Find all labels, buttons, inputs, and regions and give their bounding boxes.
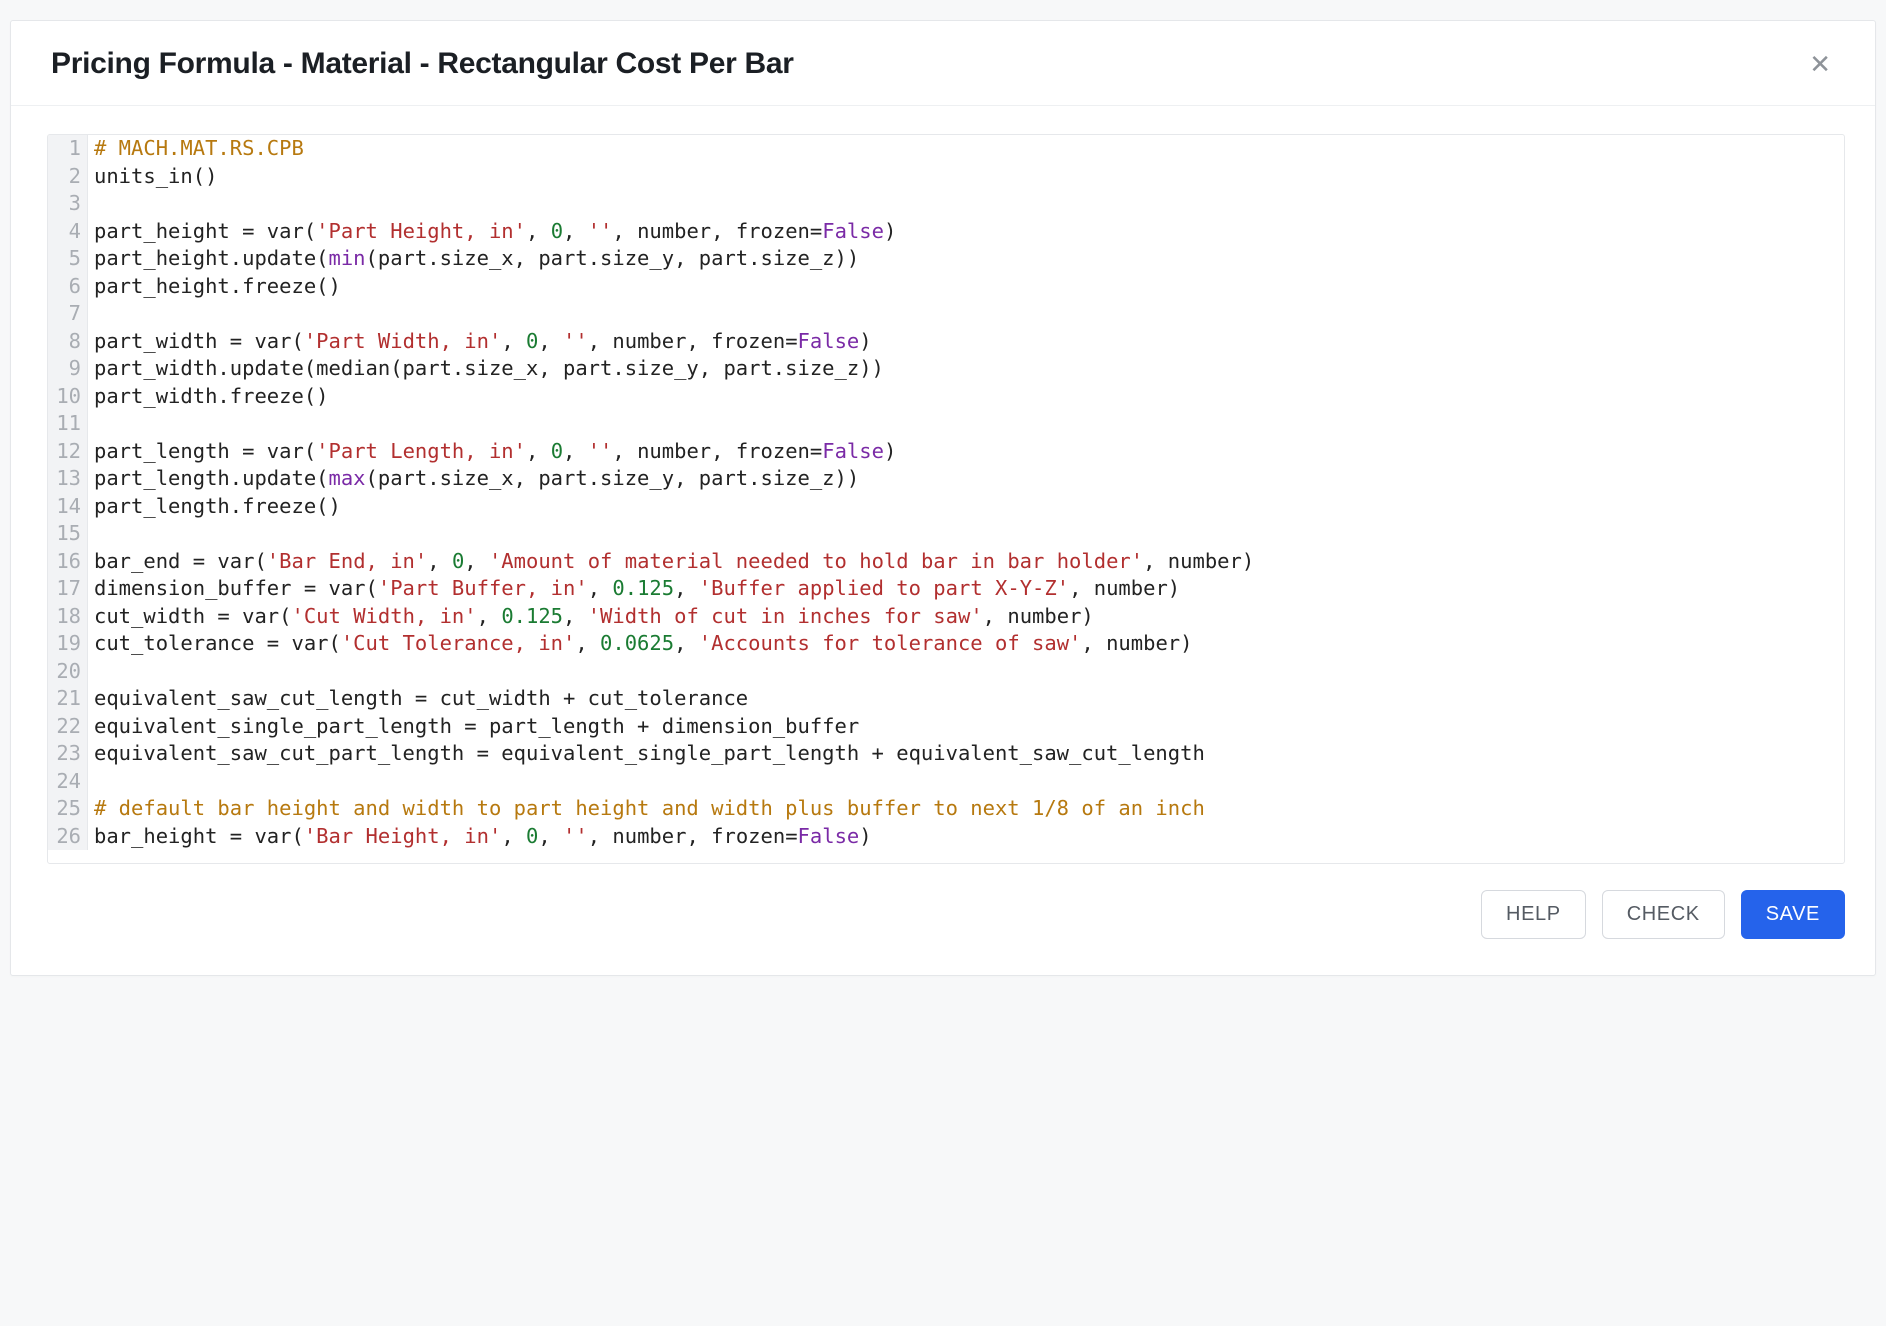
code-line[interactable]: 2units_in() [48, 163, 1844, 191]
modal-body: 1# MACH.MAT.RS.CPB2units_in()3 4part_hei… [11, 106, 1875, 864]
code-line[interactable]: 24 [48, 768, 1844, 796]
code-cell[interactable]: part_height.freeze() [88, 273, 341, 301]
code-line[interactable]: 14part_length.freeze() [48, 493, 1844, 521]
line-number: 15 [48, 520, 88, 548]
code-cell[interactable]: dimension_buffer = var('Part Buffer, in'… [88, 575, 1180, 603]
code-cell[interactable]: equivalent_saw_cut_part_length = equival… [88, 740, 1205, 768]
code-cell[interactable]: bar_end = var('Bar End, in', 0, 'Amount … [88, 548, 1254, 576]
code-line[interactable]: 9part_width.update(median(part.size_x, p… [48, 355, 1844, 383]
code-cell[interactable]: cut_width = var('Cut Width, in', 0.125, … [88, 603, 1094, 631]
code-cell[interactable]: part_height = var('Part Height, in', 0, … [88, 218, 896, 246]
code-line[interactable]: 7 [48, 300, 1844, 328]
modal-header: Pricing Formula - Material - Rectangular… [11, 21, 1875, 106]
line-number: 14 [48, 493, 88, 521]
code-cell[interactable] [88, 190, 106, 218]
line-number: 11 [48, 410, 88, 438]
code-cell[interactable] [88, 658, 106, 686]
code-line[interactable]: 22equivalent_single_part_length = part_l… [48, 713, 1844, 741]
line-number: 12 [48, 438, 88, 466]
code-line[interactable]: 18cut_width = var('Cut Width, in', 0.125… [48, 603, 1844, 631]
code-line[interactable]: 1# MACH.MAT.RS.CPB [48, 135, 1844, 163]
code-line[interactable]: 26bar_height = var('Bar Height, in', 0, … [48, 823, 1844, 851]
line-number: 16 [48, 548, 88, 576]
code-line[interactable]: 11 [48, 410, 1844, 438]
code-line[interactable]: 10part_width.freeze() [48, 383, 1844, 411]
modal-footer: HELP CHECK SAVE [11, 864, 1875, 975]
line-number: 8 [48, 328, 88, 356]
code-cell[interactable]: part_length.freeze() [88, 493, 341, 521]
code-cell[interactable]: part_length = var('Part Length, in', 0, … [88, 438, 896, 466]
line-number: 9 [48, 355, 88, 383]
code-cell[interactable]: equivalent_saw_cut_length = cut_width + … [88, 685, 748, 713]
line-number: 21 [48, 685, 88, 713]
line-number: 10 [48, 383, 88, 411]
code-line[interactable]: 21equivalent_saw_cut_length = cut_width … [48, 685, 1844, 713]
code-line[interactable]: 23equivalent_saw_cut_part_length = equiv… [48, 740, 1844, 768]
line-number: 22 [48, 713, 88, 741]
line-number: 5 [48, 245, 88, 273]
code-cell[interactable] [88, 300, 106, 328]
line-number: 17 [48, 575, 88, 603]
line-number: 3 [48, 190, 88, 218]
line-number: 7 [48, 300, 88, 328]
line-number: 1 [48, 135, 88, 163]
code-line[interactable]: 13part_length.update(max(part.size_x, pa… [48, 465, 1844, 493]
code-cell[interactable]: # MACH.MAT.RS.CPB [88, 135, 304, 163]
code-line[interactable]: 17dimension_buffer = var('Part Buffer, i… [48, 575, 1844, 603]
line-number: 4 [48, 218, 88, 246]
code-line[interactable]: 12part_length = var('Part Length, in', 0… [48, 438, 1844, 466]
code-cell[interactable]: # default bar height and width to part h… [88, 795, 1205, 823]
formula-editor-modal: Pricing Formula - Material - Rectangular… [10, 20, 1876, 976]
code-line[interactable]: 19cut_tolerance = var('Cut Tolerance, in… [48, 630, 1844, 658]
help-button[interactable]: HELP [1481, 890, 1586, 939]
code-line[interactable]: 6part_height.freeze() [48, 273, 1844, 301]
line-number: 25 [48, 795, 88, 823]
code-cell[interactable]: part_width.update(median(part.size_x, pa… [88, 355, 884, 383]
code-line[interactable]: 25# default bar height and width to part… [48, 795, 1844, 823]
code-cell[interactable]: units_in() [88, 163, 217, 191]
save-button[interactable]: SAVE [1741, 890, 1845, 939]
check-button[interactable]: CHECK [1602, 890, 1725, 939]
code-cell[interactable] [88, 768, 106, 796]
code-line[interactable]: 15 [48, 520, 1844, 548]
line-number: 6 [48, 273, 88, 301]
line-number: 26 [48, 823, 88, 851]
code-editor[interactable]: 1# MACH.MAT.RS.CPB2units_in()3 4part_hei… [47, 134, 1845, 864]
code-cell[interactable]: cut_tolerance = var('Cut Tolerance, in',… [88, 630, 1192, 658]
code-line[interactable]: 3 [48, 190, 1844, 218]
code-editor-scroll[interactable]: 1# MACH.MAT.RS.CPB2units_in()3 4part_hei… [48, 135, 1844, 863]
modal-title: Pricing Formula - Material - Rectangular… [51, 47, 794, 81]
code-cell[interactable]: part_length.update(max(part.size_x, part… [88, 465, 859, 493]
line-number: 18 [48, 603, 88, 631]
close-icon[interactable]: ✕ [1805, 47, 1835, 81]
code-cell[interactable]: part_width = var('Part Width, in', 0, ''… [88, 328, 872, 356]
code-cell[interactable] [88, 520, 106, 548]
line-number: 2 [48, 163, 88, 191]
code-line[interactable]: 20 [48, 658, 1844, 686]
code-cell[interactable]: part_width.freeze() [88, 383, 329, 411]
line-number: 13 [48, 465, 88, 493]
line-number: 23 [48, 740, 88, 768]
code-cell[interactable]: equivalent_single_part_length = part_len… [88, 713, 859, 741]
line-number: 19 [48, 630, 88, 658]
code-cell[interactable]: part_height.update(min(part.size_x, part… [88, 245, 859, 273]
code-line[interactable]: 8part_width = var('Part Width, in', 0, '… [48, 328, 1844, 356]
line-number: 20 [48, 658, 88, 686]
code-line[interactable]: 4part_height = var('Part Height, in', 0,… [48, 218, 1844, 246]
code-cell[interactable] [88, 410, 106, 438]
code-line[interactable]: 5part_height.update(min(part.size_x, par… [48, 245, 1844, 273]
code-cell[interactable]: bar_height = var('Bar Height, in', 0, ''… [88, 823, 872, 851]
line-number: 24 [48, 768, 88, 796]
code-line[interactable]: 16bar_end = var('Bar End, in', 0, 'Amoun… [48, 548, 1844, 576]
